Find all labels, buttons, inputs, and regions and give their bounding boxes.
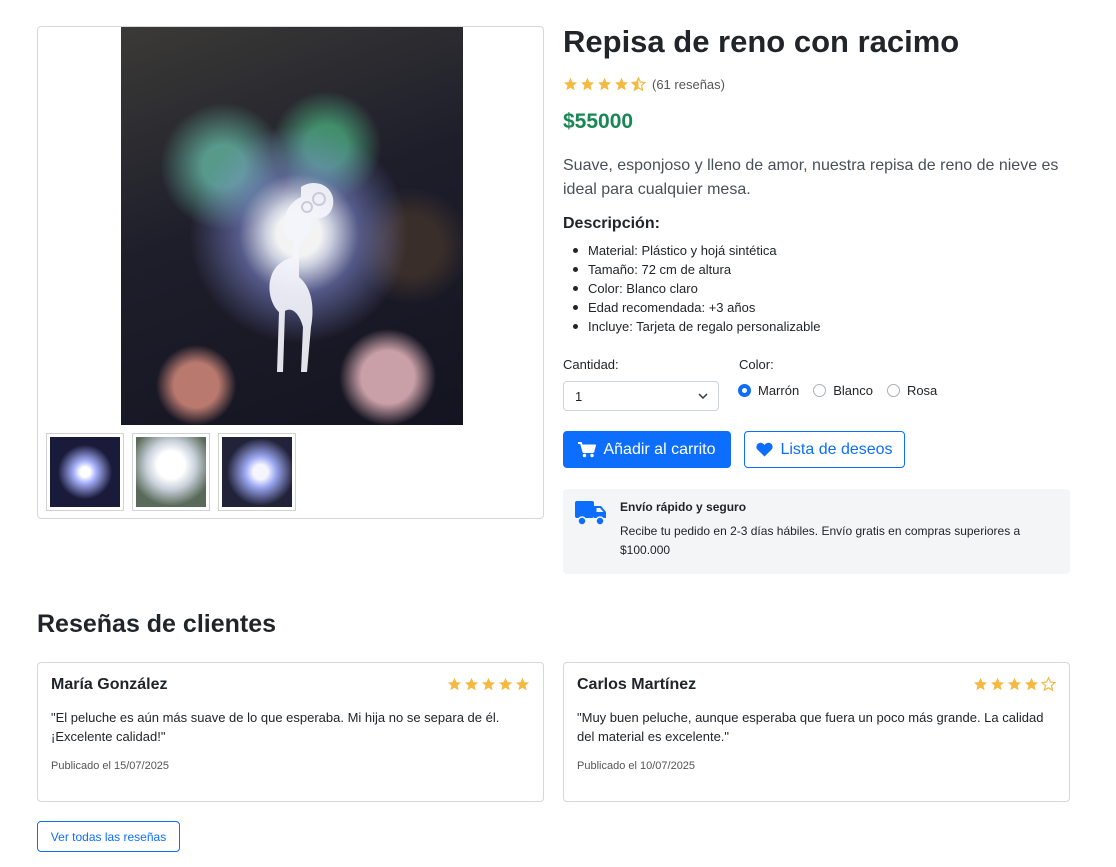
reviews-heading: Reseñas de clientes	[37, 610, 277, 638]
thumbnail-1[interactable]	[46, 433, 124, 511]
star-icon	[482, 677, 495, 691]
star-icon	[1025, 677, 1038, 691]
add-to-cart-label: Añadir al carrito	[603, 440, 716, 458]
shipping-text: Recibe tu pedido en 2-3 días hábiles. En…	[620, 524, 1021, 557]
reviews-count: (61 reseñas)	[652, 77, 725, 92]
thumbnail-3[interactable]	[218, 433, 296, 511]
main-product-image	[121, 27, 463, 425]
wishlist-button[interactable]: Lista de deseos	[744, 431, 905, 468]
star-icon	[581, 77, 594, 91]
color-option-marron[interactable]: Marrón	[738, 383, 799, 398]
reviewer-name: Carlos Martínez	[577, 676, 697, 693]
radio-rosa[interactable]	[886, 384, 900, 397]
feature-item: Material: Plástico y hojá sintética	[563, 241, 820, 260]
star-icon	[1008, 677, 1021, 691]
reindeer-figure	[269, 183, 334, 372]
star-icon	[516, 677, 529, 691]
feature-list: Material: Plástico y hojá sintética Tama…	[563, 241, 820, 336]
cart-icon	[578, 441, 597, 457]
heart-icon	[756, 442, 774, 457]
product-title: Repisa de reno con racimo	[563, 24, 960, 59]
star-icon	[974, 677, 987, 691]
review-stars	[447, 677, 530, 692]
truck-icon	[575, 501, 606, 526]
feature-item: Color: Blanco claro	[563, 279, 820, 298]
chevron-down-icon	[698, 393, 708, 400]
quantity-select[interactable]: 1	[563, 381, 719, 411]
color-option-label: Rosa	[906, 383, 938, 398]
feature-item: Incluye: Tarjeta de regalo personalizabl…	[563, 317, 820, 336]
color-option-label: Blanco	[833, 383, 873, 398]
star-icon	[448, 677, 461, 691]
product-description: Suave, esponjoso y lleno de amor, nuestr…	[563, 157, 1059, 198]
review-text: "El peluche es aún más suave de lo que e…	[51, 710, 500, 744]
star-icon	[499, 677, 512, 691]
review-text: "Muy buen peluche, aunque esperaba que f…	[577, 710, 1044, 744]
rating-stars	[563, 77, 646, 92]
shipping-title: Envío rápido y seguro	[620, 500, 747, 514]
star-icon	[598, 77, 611, 91]
product-price: $55000	[563, 110, 634, 133]
product-gallery	[37, 26, 544, 519]
color-label: Color:	[739, 357, 774, 372]
reviewer-name: María González	[51, 676, 168, 693]
add-to-cart-button[interactable]: Añadir al carrito	[563, 431, 731, 468]
color-option-blanco[interactable]: Blanco	[813, 383, 873, 398]
color-option-label: Marrón	[758, 383, 800, 398]
star-icon	[564, 77, 577, 91]
star-empty-icon	[1041, 677, 1056, 692]
radio-marron[interactable]	[738, 384, 751, 397]
review-stars	[973, 677, 1056, 692]
star-half-icon	[631, 77, 646, 92]
star-icon	[615, 77, 628, 91]
review-date: Publicado el 10/07/2025	[577, 760, 696, 772]
shipping-info-box: Envío rápido y seguro Recibe tu pedido e…	[563, 489, 1070, 574]
feature-item: Tamaño: 72 cm de altura	[563, 260, 820, 279]
thumbnail-strip	[46, 433, 296, 511]
product-rating: (61 reseñas)	[563, 77, 725, 92]
review-card: María González "El peluche es aún más su…	[37, 662, 544, 802]
color-options: Marrón Blanco Rosa	[738, 383, 937, 398]
thumbnail-2[interactable]	[132, 433, 210, 511]
radio-blanco[interactable]	[813, 384, 827, 397]
review-card: Carlos Martínez "Muy buen peluche, aunqu…	[563, 662, 1070, 802]
color-option-rosa[interactable]: Rosa	[886, 383, 938, 398]
quantity-label: Cantidad:	[563, 357, 619, 372]
description-heading: Descripción:	[563, 215, 660, 232]
feature-item: Edad recomendada: +3 años	[563, 298, 820, 317]
star-icon	[991, 677, 1004, 691]
star-icon	[465, 677, 478, 691]
view-all-reviews-button[interactable]: Ver todas las reseñas	[37, 821, 180, 852]
wishlist-label: Lista de deseos	[780, 440, 893, 458]
quantity-value: 1	[575, 389, 583, 404]
review-date: Publicado el 15/07/2025	[51, 760, 170, 772]
